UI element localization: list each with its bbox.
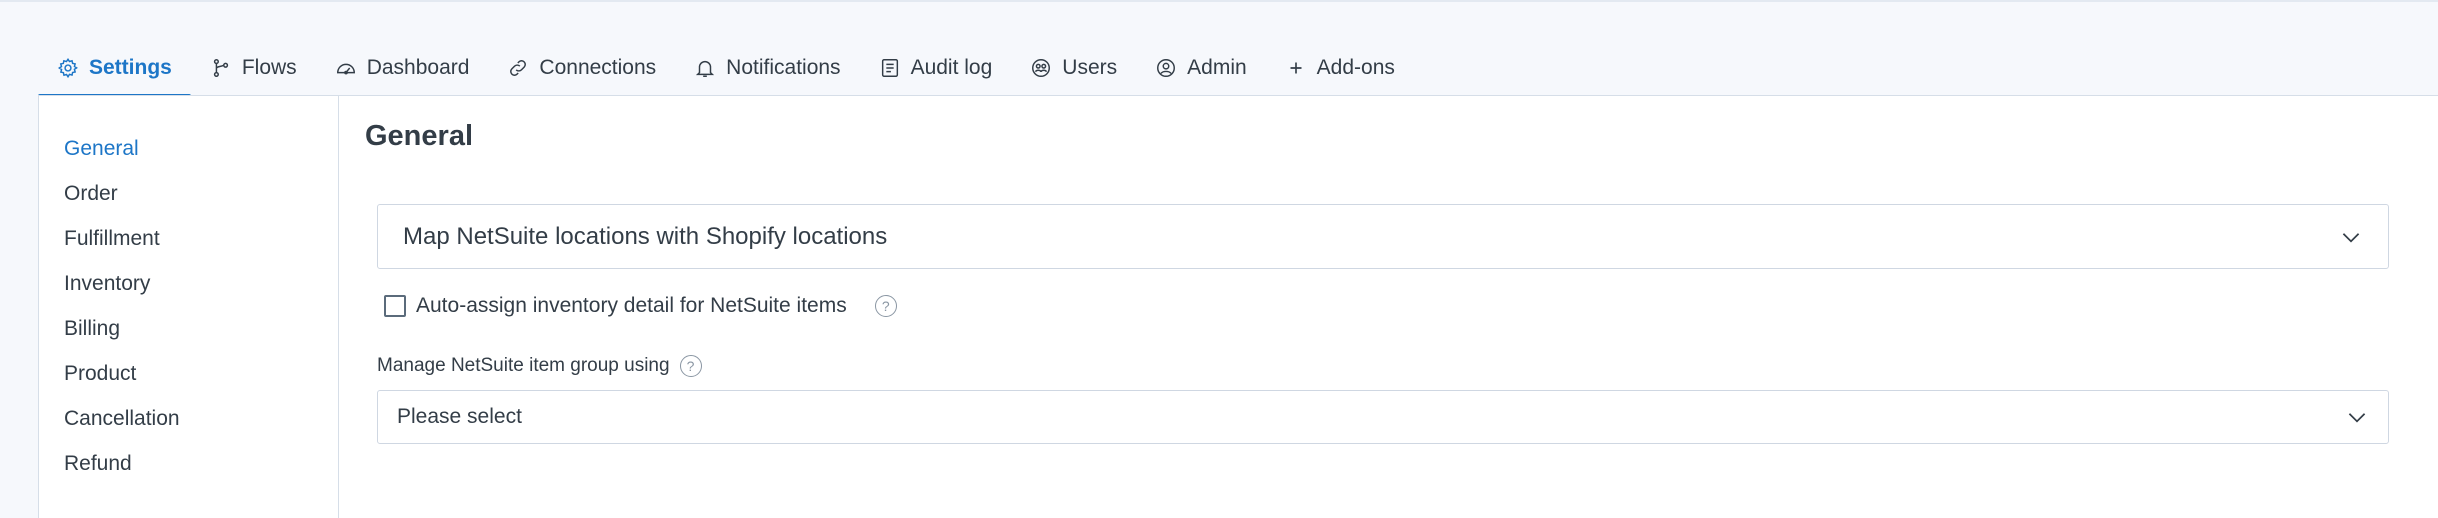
tab-dashboard[interactable]: Dashboard: [316, 40, 489, 96]
chevron-down-icon: [2338, 224, 2364, 250]
tab-audit-log[interactable]: Audit log: [860, 40, 1012, 96]
bell-icon: [694, 57, 716, 79]
sidebar-item-fulfillment[interactable]: Fulfillment: [39, 216, 338, 261]
tab-label: Flows: [241, 56, 297, 79]
auto-assign-row: Auto-assign inventory detail for NetSuit…: [384, 292, 897, 320]
tab-admin[interactable]: Admin: [1136, 40, 1266, 96]
link-icon: [507, 57, 529, 79]
main-tabs: Settings Flows Dashboard Connections Not…: [38, 40, 2438, 98]
tab-label: Settings: [89, 56, 172, 79]
plus-icon: [1285, 57, 1307, 79]
sidebar-item-order[interactable]: Order: [39, 171, 338, 216]
help-icon[interactable]: ?: [874, 295, 897, 317]
tab-label: Admin: [1187, 56, 1247, 79]
settings-panel: General Order Fulfillment Inventory Bill…: [38, 96, 2438, 518]
tab-flows[interactable]: Flows: [191, 40, 316, 96]
tab-label: Connections: [539, 56, 657, 79]
page-title: General: [365, 120, 473, 152]
top-border: [0, 0, 2438, 2]
admin-user-icon: [1155, 57, 1177, 79]
sidebar-item-cancellation[interactable]: Cancellation: [39, 396, 338, 441]
tab-label: Audit log: [910, 56, 993, 79]
sidebar-item-refund[interactable]: Refund: [39, 441, 338, 486]
users-icon: [1030, 57, 1052, 79]
app-window: Settings Flows Dashboard Connections Not…: [0, 0, 2438, 518]
chevron-down-icon: [2344, 404, 2370, 430]
tab-label: Users: [1062, 56, 1118, 79]
tab-settings[interactable]: Settings: [38, 40, 191, 98]
sidebar-item-billing[interactable]: Billing: [39, 306, 338, 351]
main-content: General Map NetSuite locations with Shop…: [339, 96, 2438, 518]
tab-label: Notifications: [726, 56, 841, 79]
sidebar-item-product[interactable]: Product: [39, 351, 338, 396]
auto-assign-label: Auto-assign inventory detail for NetSuit…: [416, 294, 847, 317]
help-icon[interactable]: ?: [679, 355, 702, 377]
select-value: Please select: [397, 405, 522, 428]
audit-log-icon: [879, 57, 901, 79]
accordion-title: Map NetSuite locations with Shopify loca…: [403, 222, 888, 250]
tab-users[interactable]: Users: [1011, 40, 1136, 96]
tab-label: Dashboard: [366, 56, 470, 79]
sidebar-item-inventory[interactable]: Inventory: [39, 261, 338, 306]
tab-connections[interactable]: Connections: [488, 40, 675, 96]
item-group-label: Manage NetSuite item group using: [377, 355, 670, 376]
tab-add-ons[interactable]: Add-ons: [1266, 40, 1414, 96]
item-group-label-row: Manage NetSuite item group using ?: [377, 354, 702, 378]
tab-notifications[interactable]: Notifications: [675, 40, 859, 96]
gear-icon: [57, 57, 79, 79]
tab-label: Add-ons: [1316, 56, 1395, 79]
locations-mapping-accordion[interactable]: Map NetSuite locations with Shopify loca…: [377, 204, 2389, 269]
dashboard-icon: [335, 57, 357, 79]
flow-icon: [210, 57, 232, 79]
auto-assign-checkbox[interactable]: [384, 295, 406, 317]
sidebar-item-general[interactable]: General: [39, 126, 338, 171]
settings-sidebar: General Order Fulfillment Inventory Bill…: [39, 96, 339, 518]
item-group-select[interactable]: Please select: [377, 390, 2389, 444]
